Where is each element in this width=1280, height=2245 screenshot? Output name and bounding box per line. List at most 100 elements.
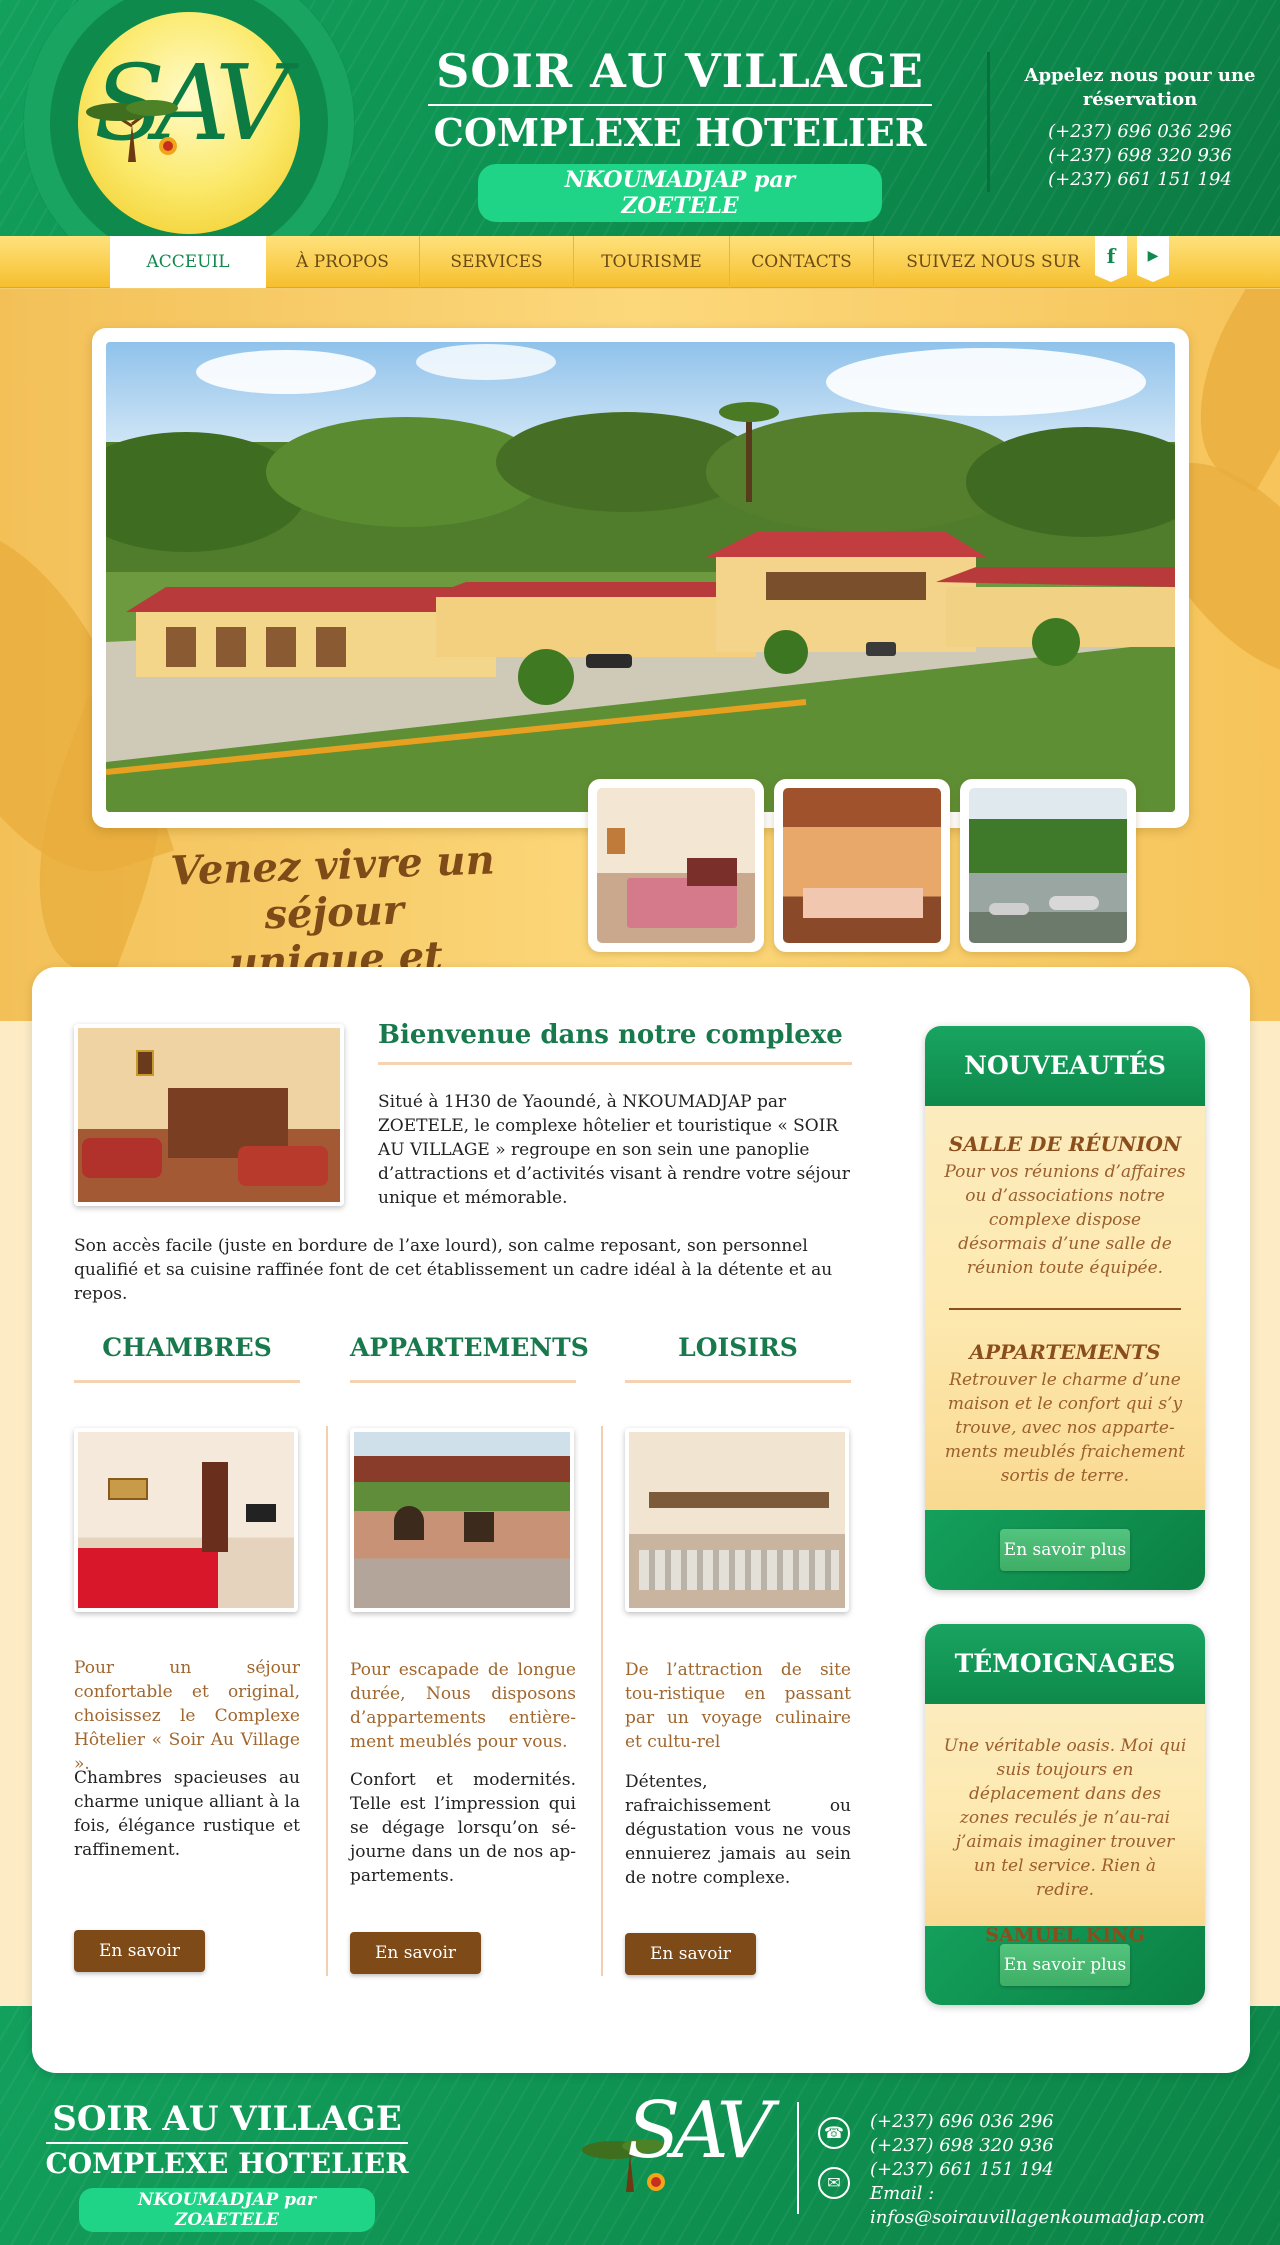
tables-shape [803,888,923,918]
phone-number[interactable]: (+237) 661 151 194 [1005,168,1275,192]
welcome-title: Bienvenue dans notre complexe [378,1020,852,1065]
news-item-text: Retrouver le charme d’une maison et le c… [944,1370,1186,1486]
chambres-more-button[interactable]: En savoir plus [74,1930,205,2003]
testimonials-more-button[interactable]: En savoir plus [1000,1944,1130,1986]
reception-photo [74,1024,344,1206]
phone-number[interactable]: (+237) 698 320 936 [1005,144,1275,168]
news-item-title: SALLE DE RÉUNION [948,1132,1182,1156]
restaurant-photo [783,788,941,943]
appartements-intro: Pour escapade de longue durée, Nous disp… [350,1660,576,1752]
news-box: NOUVEAUTÉS SALLE DE RÉUNION Pour vos réu… [925,1026,1205,1590]
news-item-text: Pour vos réunions d’affaires ou d’associ… [944,1162,1186,1278]
footer-phone[interactable]: (+237) 661 151 194 [870,2158,1270,2182]
testimonials-box: TÉMOIGNAGES Une véritable oasis. Moi qui… [925,1624,1205,2005]
red-bed-shape [78,1548,218,1608]
brand-title: SOIR AU VILLAGE [436,44,924,98]
loisirs-more-button[interactable]: En savoir plus [625,1933,756,2006]
headboard-shape [687,858,737,886]
footer-email[interactable]: Email : infos@soirauvillagenkoumadjap.co… [870,2182,1270,2230]
window-shape [464,1512,494,1542]
sofa-shape [238,1146,328,1186]
nav-item-services[interactable]: SERVICES [420,236,574,288]
news-divider [949,1308,1181,1310]
hotel-exterior-illustration [106,342,1175,812]
chairs-shape [639,1550,839,1590]
testimonials-heading: TÉMOIGNAGES [925,1624,1205,1704]
footer-title: SOIR AU VILLAGE [52,2099,402,2139]
hotel-exterior-photo [106,342,1175,812]
sofa-shape [82,1138,162,1178]
news-footer: En savoir plus [925,1510,1205,1590]
brand-block: SOIR AU VILLAGE COMPLEXE HOTELIER NKOUMA… [420,44,940,222]
roof-shape [354,1456,570,1482]
news-heading: NOUVEAUTÉS [925,1026,1205,1106]
phone-icon: ☎ [818,2117,850,2149]
thumbnail-river[interactable] [960,779,1136,952]
bedroom-photo [597,788,755,943]
nav-item-contacts[interactable]: CONTACTS [730,236,874,288]
phone-number[interactable]: (+237) 696 036 296 [1005,120,1275,144]
chambres-intro: Pour un séjour confortable et original, … [74,1658,300,1774]
thumbnail-bedroom[interactable] [588,779,764,952]
appartements-more-button[interactable]: En savoir plus [350,1932,481,2005]
section-title-chambres: CHAMBRES [74,1333,300,1383]
testimonial-quote: Une véritable oasis. Moi qui suis toujou… [943,1736,1187,1900]
rock-shape [989,903,1029,915]
news-item-title: APPARTEMENTS [969,1340,1161,1364]
arch-window-shape [394,1506,424,1540]
footer-phone[interactable]: (+237) 698 320 936 [870,2134,1270,2158]
loisirs-intro: De l’attraction de site tou-ristique en … [625,1660,851,1752]
brand-subtitle: COMPLEXE HOTELIER [433,110,927,155]
section-title-loisirs: LOISIRS [625,1333,851,1383]
footer-logo[interactable]: SAV [578,2086,778,2202]
wall-art-shape [607,828,625,854]
mail-icon: ✉ [818,2167,850,2199]
header-divider [987,52,990,192]
nav-item-a-propos[interactable]: À PROPOS [266,236,420,288]
footer-subtitle: COMPLEXE HOTELIER [45,2147,409,2180]
appartements-description: Confort et modernités. Telle est l’impre… [350,1770,576,1886]
leisure-hall-photo [625,1428,849,1612]
welcome-paragraph: Situé à 1H30 de Yaoundé, à NKOUMADJAP pa… [378,1092,850,1208]
news-more-button[interactable]: En savoir plus [1000,1529,1130,1571]
footer-phone[interactable]: (+237) 696 036 296 [870,2110,1270,2134]
footer-divider [46,2142,408,2144]
nav-item-suivez-nous: SUIVEZ NOUS SUR [906,252,1080,272]
rock-shape [1049,896,1099,910]
brand-divider [428,104,932,106]
wall-art-shape [136,1050,154,1076]
footer-brand: SOIR AU VILLAGE COMPLEXE HOTELIER NKOUMA… [42,2100,412,2232]
wall-art-shape [108,1478,148,1500]
acacia-tree-icon [86,100,178,162]
nav-item-tourisme[interactable]: TOURISME [574,236,730,288]
footer-monogram: SAV [626,2086,773,2176]
tv-shape [246,1504,276,1522]
apartment-photo [350,1428,574,1612]
loisirs-description: Détentes, rafraichissement ou dégustatio… [625,1772,851,1888]
section-title-appartements: APPARTEMENTS [350,1333,589,1383]
reservation-contact: Appelez nous pour une réservation (+237)… [1005,64,1275,192]
youtube-icon[interactable]: ▶ [1137,236,1169,282]
room-photo [74,1428,298,1612]
nav-item-accueil[interactable]: ACCEUIL [110,236,266,288]
chambres-description: Chambres spacieuses au charme unique all… [74,1768,300,1860]
brand-location: NKOUMADJAP par ZOETELE [478,164,882,222]
site-header: SAV SOIR AU VILLAGE COMPLEXE HOTELIER NK… [0,0,1280,236]
hero-image-frame [92,328,1189,828]
column-divider [326,1426,328,1976]
news-body: SALLE DE RÉUNION Pour vos réunions d’aff… [925,1106,1205,1510]
wall-paintings-shape [649,1492,829,1508]
footer-location: NKOUMADJAP par ZOAETELE [79,2188,375,2232]
welcome-paragraph: Son accès facile (juste en bordure de l’… [74,1236,833,1304]
testimonials-body: Une véritable oasis. Moi qui suis toujou… [925,1704,1205,1946]
door-shape [202,1462,228,1552]
tagline-line: Venez vivre un séjour [169,836,496,939]
footer-separator [797,2102,799,2214]
column-divider [601,1426,603,1976]
main-navigation: ACCEUIL À PROPOS SERVICES TOURISME CONTA… [0,236,1280,288]
footer-contact: (+237) 696 036 296 (+237) 698 320 936 (+… [870,2110,1270,2230]
facebook-icon[interactable]: f [1095,236,1127,282]
thumbnail-restaurant[interactable] [774,779,950,952]
reservation-heading: Appelez nous pour une réservation [1024,65,1256,110]
river-photo [969,788,1127,943]
